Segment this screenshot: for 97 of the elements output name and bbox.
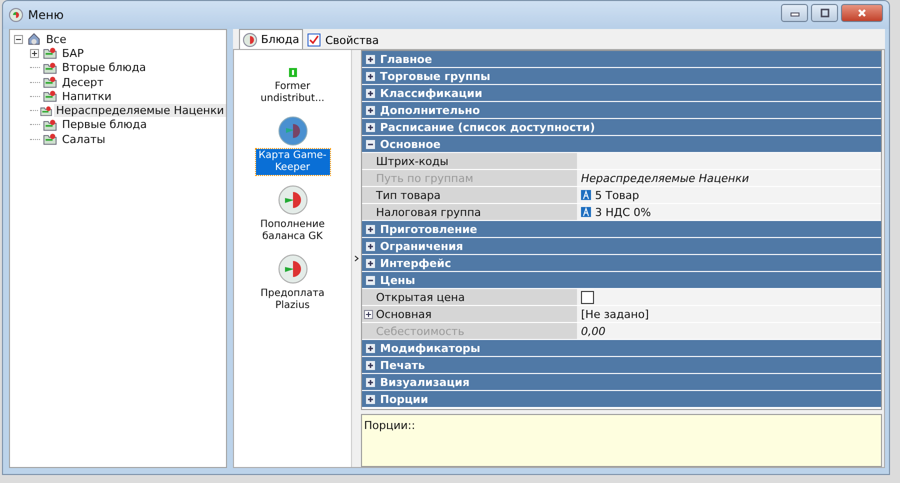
property-value[interactable]: [Не задано] <box>581 308 649 320</box>
tree-item[interactable]: Первые блюда <box>60 118 149 132</box>
section-header[interactable]: Расписание (список доступности) <box>362 119 881 135</box>
section-header[interactable]: Основное <box>362 136 881 152</box>
section-title: Цены <box>380 274 416 286</box>
expand-icon[interactable] <box>364 310 373 318</box>
expand-toggle-icon[interactable] <box>366 140 375 148</box>
maximize-button[interactable] <box>811 4 838 22</box>
folder-icon <box>42 75 58 90</box>
section-title: Печать <box>380 358 425 372</box>
section-title: Основное <box>380 138 441 150</box>
section-header[interactable]: Дополнительно <box>362 102 881 118</box>
section-header[interactable]: Приготовление <box>362 221 881 237</box>
tree-item[interactable]: Нераспределяемые Наценки <box>54 104 226 118</box>
item-label[interactable]: Пополнение баланса GK <box>256 218 330 244</box>
expand-toggle-icon[interactable] <box>366 122 375 132</box>
section-header[interactable]: Цены <box>362 272 881 288</box>
item-label[interactable]: Предоплата Plazius <box>256 287 330 313</box>
expand-toggle-icon[interactable] <box>366 258 375 268</box>
expand-toggle-icon[interactable] <box>366 72 375 80</box>
property-value: Нераспределяемые Наценки <box>581 172 750 184</box>
section-title: Классификации <box>380 86 482 100</box>
plate-icon <box>243 32 257 46</box>
tree-item[interactable]: БАР <box>60 46 86 60</box>
description-text: Порции:: <box>364 419 416 432</box>
expand-toggle-icon[interactable] <box>366 276 375 284</box>
folder-icon <box>42 89 58 104</box>
tab[interactable]: Свойства <box>303 31 383 49</box>
expand-toggle-icon[interactable] <box>366 394 375 404</box>
expand-toggle-icon[interactable] <box>366 378 375 386</box>
property-name: Путь по группам <box>362 170 577 186</box>
property-name: Себестоимость <box>362 323 577 339</box>
tab[interactable]: Блюда <box>239 29 304 49</box>
expand-toggle-icon[interactable] <box>366 54 375 64</box>
home-icon <box>26 32 42 46</box>
property-value[interactable]: 3 НДС 0% <box>595 206 651 218</box>
folder-icon <box>42 60 58 75</box>
section-header[interactable]: Классификации <box>362 85 881 101</box>
section-title: Приготовление <box>380 222 478 236</box>
reference-icon <box>581 190 591 200</box>
section-title: Главное <box>380 52 432 66</box>
item-label[interactable]: Former undistribut... <box>256 80 330 106</box>
plate-icon <box>278 185 308 215</box>
minimize-button[interactable] <box>781 4 808 22</box>
section-header[interactable]: Визуализация <box>362 374 881 390</box>
section-header[interactable]: Порции <box>362 391 881 407</box>
collapse-toggle[interactable] <box>14 34 24 44</box>
chevron-right-icon[interactable] <box>354 255 359 262</box>
section-header[interactable]: Интерфейс <box>362 255 881 271</box>
expand-toggle-icon[interactable] <box>366 106 375 114</box>
section-header[interactable]: Модификаторы <box>362 340 881 356</box>
tree-item[interactable]: Салаты <box>60 132 108 146</box>
property-value[interactable]: 5 Товар <box>595 188 640 202</box>
section-title: Расписание (список доступности) <box>380 120 595 134</box>
window-title: Меню <box>28 8 64 22</box>
tree-item[interactable]: Десерт <box>60 76 106 89</box>
expand-toggle-icon[interactable] <box>366 360 375 370</box>
section-header[interactable]: Торговые группы <box>362 68 881 84</box>
plate-icon <box>9 8 23 22</box>
checkbox[interactable] <box>581 290 594 304</box>
section-header[interactable]: Ограничения <box>362 238 881 254</box>
property-name: Налоговая группа <box>362 204 577 220</box>
section-title: Интерфейс <box>380 256 452 270</box>
close-button[interactable] <box>841 4 883 22</box>
item-label[interactable]: Карта Game-Keeper <box>256 149 330 175</box>
property-name: Основная <box>362 306 577 322</box>
property-value: 0,00 <box>581 324 606 338</box>
card-icon <box>278 116 308 146</box>
value-cell[interactable] <box>577 153 881 169</box>
folder-icon <box>42 132 58 146</box>
expand-toggle-icon[interactable] <box>366 224 375 234</box>
section-title: Торговые группы <box>380 70 490 82</box>
reference-icon <box>581 207 591 217</box>
section-title: Ограничения <box>380 240 464 252</box>
checklist-icon <box>307 33 322 47</box>
tree-item[interactable]: Вторые блюда <box>60 61 148 74</box>
folder-icon <box>40 104 52 118</box>
folder-icon <box>42 46 58 60</box>
property-name: Тип товара <box>362 187 577 203</box>
expand-toggle-icon[interactable] <box>366 344 375 352</box>
tree-item[interactable]: Все <box>44 32 68 46</box>
section-title: Визуализация <box>380 376 470 388</box>
maximize-icon <box>820 8 830 18</box>
tree-item[interactable]: Напитки <box>60 90 114 103</box>
marker-icon <box>288 68 296 77</box>
section-header[interactable]: Главное <box>362 51 881 67</box>
expand-toggle[interactable] <box>30 48 40 58</box>
section-title: Порции <box>380 392 428 406</box>
property-name: Открытая цена <box>362 289 577 305</box>
section-title: Модификаторы <box>380 342 480 354</box>
section-header[interactable]: Печать <box>362 357 881 373</box>
close-icon <box>857 8 867 18</box>
expand-toggle-icon[interactable] <box>366 242 375 250</box>
expand-toggle-icon[interactable] <box>366 88 375 98</box>
plate-icon <box>278 254 308 284</box>
section-title: Дополнительно <box>380 104 480 116</box>
property-name: Штрих-коды <box>362 153 577 169</box>
